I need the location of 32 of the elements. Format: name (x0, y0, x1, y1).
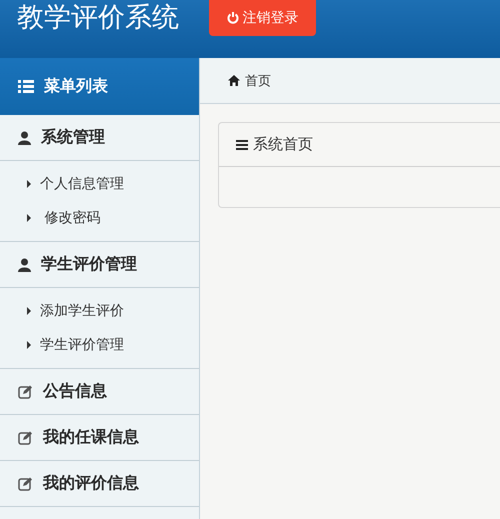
power-icon (226, 12, 238, 24)
section-label: 公告信息 (43, 381, 107, 402)
caret-icon (27, 341, 31, 349)
caret-icon (27, 180, 31, 188)
menu-icon (236, 140, 248, 150)
caret-icon (27, 307, 31, 315)
edit-icon (18, 476, 33, 490)
section-label: 系统管理 (41, 127, 105, 148)
user-icon (18, 130, 31, 144)
menu-section[interactable]: 系统管理 (0, 115, 199, 161)
sidebar-title: 菜单列表 (44, 76, 108, 97)
section-label: 我的评价信息 (43, 473, 139, 494)
edit-icon (18, 384, 33, 398)
logout-button[interactable]: 注销登录 (209, 0, 316, 36)
menu-section[interactable]: 公告信息 (0, 369, 199, 415)
list-icon (18, 80, 34, 94)
caret-icon (27, 214, 31, 222)
app-title: 教学评价系统 (17, 1, 179, 35)
menu-item[interactable]: 学生评价管理 (0, 328, 199, 362)
breadcrumb-link[interactable]: 首页 (245, 72, 271, 90)
menu-section[interactable]: 我的评价信息 (0, 461, 199, 507)
section-label: 学生评价管理 (41, 254, 137, 275)
section-label: 我的任课信息 (43, 427, 139, 448)
panel-title: 系统首页 (253, 135, 313, 154)
menu-section[interactable]: 我的任课信息 (0, 415, 199, 461)
menu-item[interactable]: 添加学生评价 (0, 294, 199, 328)
menu-section[interactable]: 学生评价管理 (0, 242, 199, 288)
menu-item[interactable]: 个人信息管理 (0, 167, 199, 201)
user-icon (18, 258, 31, 272)
edit-icon (18, 430, 33, 444)
home-icon (228, 75, 240, 86)
menu-item[interactable]: 修改密码 (0, 201, 199, 235)
